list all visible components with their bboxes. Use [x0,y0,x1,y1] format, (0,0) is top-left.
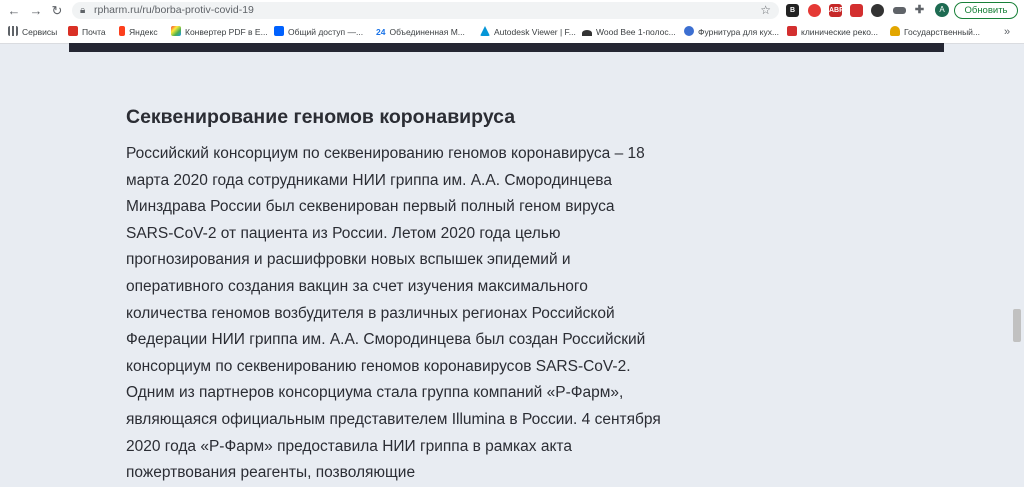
extension-b-icon[interactable]: В [786,4,799,17]
navigation-row: ← → ↻ 🔒︎ rpharm.ru/ru/borba-protiv-covid… [0,0,1024,21]
bookmark-shared-access[interactable]: Общий доступ —... [274,23,363,41]
puzzle-extensions-icon[interactable]: ✚ [913,4,926,17]
bookmark-clinical[interactable]: клинические реко... [787,23,878,41]
converter-icon [171,26,181,36]
lock-icon: 🔒︎ [80,5,86,16]
extension-dark-icon[interactable] [871,4,884,17]
bookmark-mail[interactable]: Почта [68,23,106,41]
update-button[interactable]: Обновить [954,2,1018,19]
scrollbar-thumb[interactable] [1013,309,1021,342]
furniture-icon [684,26,694,36]
autodesk-icon [480,26,490,36]
bookmark-wood-bee[interactable]: Wood Bee 1-полос... [582,23,676,41]
dropbox-icon [274,26,284,36]
bookmark-state[interactable]: Государственный... [890,23,980,41]
forward-arrow-icon[interactable]: → [27,2,45,19]
article-paragraph: Российский консорциум по секвенированию … [126,145,661,482]
url-text[interactable]: rpharm.ru/ru/borba-protiv-covid-19 [94,2,254,19]
profile-avatar[interactable]: А [935,3,949,17]
state-emblem-icon [890,26,900,36]
bookmark-autodesk[interactable]: Autodesk Viewer | F... [480,23,576,41]
gmail-icon [68,26,78,36]
extension-gray-icon[interactable] [893,7,906,14]
adblock-plus-icon[interactable]: ABP [829,4,844,17]
apps-grid-icon [8,26,18,36]
article-section: Секвенирование геномов коронавируса Росс… [126,103,666,487]
browser-chrome: ← → ↻ 🔒︎ rpharm.ru/ru/borba-protiv-covid… [0,0,1024,44]
graduation-cap-icon [582,30,592,36]
reload-icon[interactable]: ↻ [48,2,66,19]
dark-banner-strip [69,43,944,52]
bookmark-apps[interactable]: Сервисы [8,23,57,41]
more-bookmarks-icon[interactable]: » [1004,23,1010,41]
bookmark-furniture[interactable]: Фурнитура для кух... [684,23,779,41]
bookmark-yandex[interactable]: Яндекс [119,23,158,41]
pdf-extension-icon[interactable] [850,4,863,17]
bookmark-24[interactable]: 24 Объединенная М... [376,23,465,41]
back-arrow-icon[interactable]: ← [5,2,23,19]
clinical-icon [787,26,797,36]
bookmarks-bar: Сервисы Почта Яндекс Конвертер PDF в E..… [0,23,1024,41]
extension-red-icon[interactable] [808,4,821,17]
bookmark-pdf-converter[interactable]: Конвертер PDF в E... [171,23,268,41]
yandex-icon [119,26,125,36]
bookmark-star-icon[interactable]: ☆ [760,2,771,19]
address-bar[interactable]: 🔒︎ rpharm.ru/ru/borba-protiv-covid-19 ☆ [72,2,779,19]
bitrix24-icon: 24 [376,27,386,37]
section-heading: Секвенирование геномов коронавируса [126,106,516,128]
